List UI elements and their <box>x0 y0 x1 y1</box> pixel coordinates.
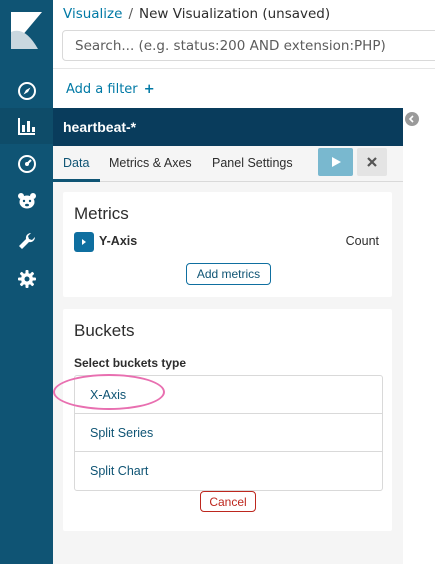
search-input[interactable] <box>63 31 435 60</box>
top-bar: Visualize / New Visualization (unsaved) <box>53 0 435 68</box>
bucket-type-list: X-Axis Split Series Split Chart <box>74 375 383 491</box>
compass-icon <box>17 82 36 100</box>
breadcrumb-visualize-link[interactable]: Visualize <box>63 6 122 22</box>
tab-data[interactable]: Data <box>63 156 89 170</box>
gear-icon <box>17 270 36 288</box>
nav-dashboard[interactable] <box>0 146 53 182</box>
play-icon <box>331 157 341 167</box>
active-tab-indicator <box>53 179 100 182</box>
y-axis-agg-value: Count <box>345 234 379 248</box>
nav-management[interactable] <box>0 261 53 297</box>
y-axis-label: Y-Axis <box>99 234 138 248</box>
breadcrumb-separator: / <box>128 6 134 22</box>
buckets-panel: Buckets Select buckets type X-Axis Split… <box>63 309 392 531</box>
index-pattern-title: heartbeat-* <box>63 119 137 135</box>
vis-editor-sidebar: heartbeat-* Data Metrics & Axes Panel Se… <box>53 108 403 564</box>
apply-changes-button[interactable] <box>318 148 353 176</box>
page-title: New Visualization (unsaved) <box>139 6 331 22</box>
tab-metrics-axes[interactable]: Metrics & Axes <box>109 156 192 170</box>
bucket-type-x-axis[interactable]: X-Axis <box>75 376 382 414</box>
side-nav <box>0 0 53 564</box>
add-filter-button[interactable]: Add a filter + <box>66 82 155 97</box>
kibana-logo-icon <box>11 12 42 49</box>
add-metrics-button[interactable]: Add metrics <box>186 263 271 285</box>
chevron-left-icon <box>408 115 414 123</box>
collapse-sidebar-button[interactable] <box>405 112 419 126</box>
y-axis-expand-toggle[interactable] <box>74 232 94 252</box>
wrench-icon <box>18 232 35 249</box>
nav-visualize[interactable] <box>0 108 53 144</box>
select-buckets-label: Select buckets type <box>74 356 187 370</box>
chevron-right-icon <box>82 239 86 245</box>
nav-timelion[interactable] <box>0 183 53 219</box>
metrics-title: Metrics <box>74 204 129 223</box>
discard-changes-button[interactable] <box>357 148 387 176</box>
plus-icon: + <box>143 82 155 97</box>
kibana-logo[interactable] <box>0 0 53 62</box>
bucket-type-split-series[interactable]: Split Series <box>75 414 382 452</box>
nav-discover[interactable] <box>0 73 53 109</box>
close-icon <box>367 157 377 167</box>
metrics-panel: Metrics Y-Axis Count Add metrics <box>63 192 392 297</box>
nav-dev-tools[interactable] <box>0 223 53 259</box>
filter-bar: Add a filter + <box>53 68 435 108</box>
bar-chart-icon <box>17 118 35 135</box>
bear-icon <box>17 193 36 209</box>
add-filter-label: Add a filter <box>66 82 138 97</box>
dashboard-gauge-icon <box>17 155 36 173</box>
query-bar[interactable] <box>62 30 435 61</box>
bucket-type-split-chart[interactable]: Split Chart <box>75 452 382 490</box>
breadcrumb: Visualize / New Visualization (unsaved) <box>63 6 330 22</box>
index-pattern-bar: heartbeat-* <box>53 108 403 146</box>
buckets-title: Buckets <box>74 321 135 340</box>
tab-panel-settings[interactable]: Panel Settings <box>212 156 293 170</box>
cancel-button[interactable]: Cancel <box>200 491 256 512</box>
